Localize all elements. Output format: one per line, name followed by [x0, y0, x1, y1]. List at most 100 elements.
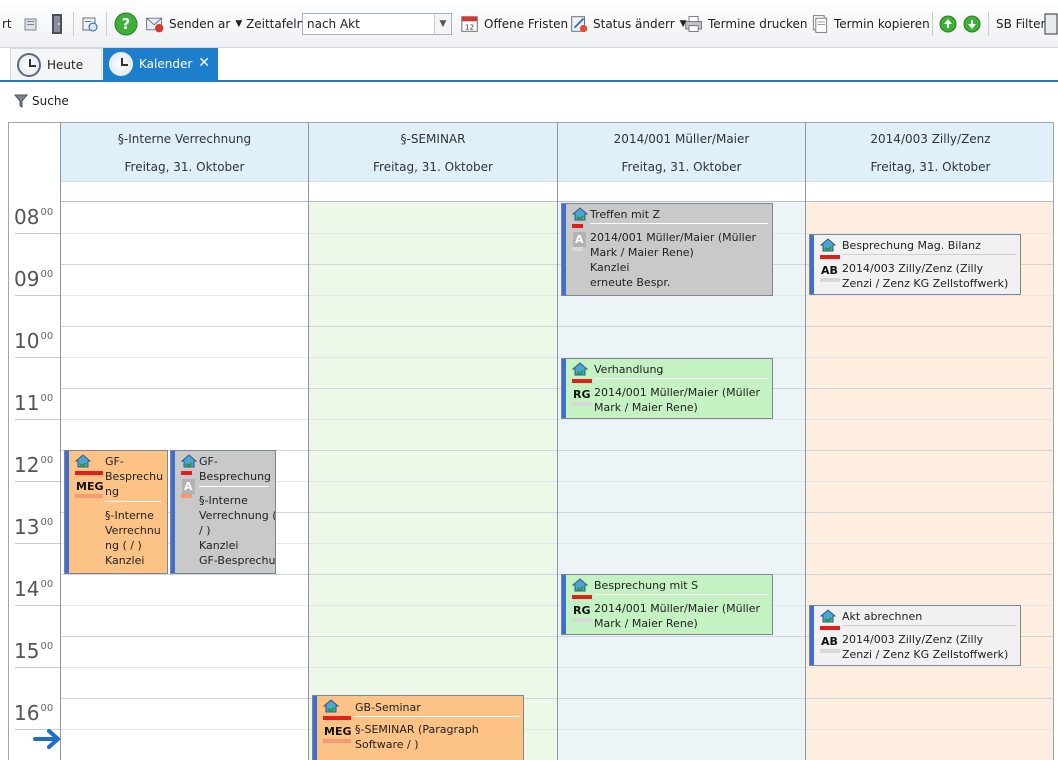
time-slot[interactable] — [806, 513, 1053, 544]
appointment-gf-besprechung-meg[interactable]: GF- Besprechu ng MEG §-Interne Verrechnu… — [64, 450, 168, 574]
help-icon[interactable]: ? — [114, 10, 138, 38]
doc-stack-icon[interactable] — [22, 10, 40, 38]
appointment-besprechung-mit-s[interactable]: Besprechung mit S RG 2014/001 Müller/Mai… — [561, 574, 773, 635]
time-slot[interactable] — [806, 327, 1053, 358]
time-slot[interactable] — [61, 730, 308, 760]
time-slot[interactable] — [61, 296, 308, 327]
toolbar-truncated-item[interactable]: rt — [2, 10, 12, 38]
chevron-down-icon[interactable]: ▼ — [434, 14, 451, 34]
time-slot[interactable] — [309, 544, 557, 575]
change-status-button[interactable]: Status änderr ▼ — [569, 10, 687, 38]
time-slot[interactable] — [558, 513, 805, 544]
appointment-treffen-mit-z[interactable]: Treffen mit Z A 2014/001 Müller/Maier (M… — [561, 203, 773, 296]
time-slot[interactable] — [309, 482, 557, 513]
time-slot[interactable] — [309, 327, 557, 358]
time-slot[interactable] — [309, 358, 557, 389]
time-slot[interactable] — [61, 265, 308, 296]
time-slot[interactable] — [309, 265, 557, 296]
time-slot[interactable] — [309, 203, 557, 234]
column-title: §-Interne Verrechnung — [117, 132, 252, 146]
appointment-divider — [594, 594, 768, 595]
time-slot[interactable] — [558, 482, 805, 513]
time-slot[interactable] — [61, 234, 308, 265]
house-icon — [75, 454, 91, 468]
close-icon[interactable]: ✕ — [198, 55, 210, 71]
time-slot[interactable] — [806, 575, 1053, 606]
time-slot[interactable] — [806, 544, 1053, 575]
appointment-verhandlung[interactable]: Verhandlung RG 2014/001 Müller/Maier (Mü… — [561, 358, 773, 419]
time-slot[interactable] — [558, 544, 805, 575]
time-slot[interactable] — [61, 389, 308, 420]
sb-filter-button[interactable]: SB Filter — [996, 10, 1045, 38]
appointment-gb-seminar[interactable]: GB-Seminar MEG §-SEMINAR (Paragraph Soft… — [312, 695, 524, 760]
appointment-title: GF- Besprechu ng — [105, 455, 164, 498]
time-slot[interactable] — [309, 296, 557, 327]
time-slot[interactable] — [61, 327, 308, 358]
time-slot[interactable] — [806, 296, 1053, 327]
time-slot[interactable] — [806, 389, 1053, 420]
calendar-column-interne-verrechnung: §-Interne Verrechnung Freitag, 31. Oktob… — [60, 123, 308, 760]
time-slot[interactable] — [806, 420, 1053, 451]
time-slot[interactable] — [309, 606, 557, 637]
time-slot[interactable] — [806, 730, 1053, 760]
send-button[interactable]: Senden ar ▼ — [145, 10, 242, 38]
time-slot[interactable] — [61, 668, 308, 699]
all-day-slot[interactable] — [61, 181, 308, 202]
zeittafeln-select[interactable]: nach Akt ▼ — [302, 13, 452, 35]
all-day-slot[interactable] — [806, 181, 1053, 202]
time-slot[interactable] — [806, 668, 1053, 699]
time-slot[interactable] — [558, 730, 805, 760]
time-slot[interactable] — [61, 420, 308, 451]
arrow-right-icon[interactable] — [33, 727, 63, 751]
time-slot[interactable] — [309, 513, 557, 544]
time-slot[interactable] — [61, 699, 308, 730]
zeittafeln-select-value: nach Akt — [307, 17, 360, 31]
tab-heute[interactable]: Heute — [10, 48, 102, 80]
door-icon[interactable] — [48, 10, 66, 38]
all-day-slot[interactable] — [558, 181, 805, 202]
appointment-color-bar — [562, 204, 566, 295]
time-slot[interactable] — [61, 203, 308, 234]
time-slot[interactable] — [558, 296, 805, 327]
appointment-gf-besprechung-a[interactable]: GF- Besprechung A §-Interne Verrechnung … — [170, 450, 276, 574]
time-slot[interactable] — [558, 637, 805, 668]
time-slot[interactable] — [61, 575, 308, 606]
time-slot[interactable] — [806, 482, 1053, 513]
time-slot[interactable] — [806, 699, 1053, 730]
time-slot[interactable] — [61, 358, 308, 389]
time-slot[interactable] — [309, 451, 557, 482]
time-slot[interactable] — [806, 203, 1053, 234]
time-slot[interactable] — [61, 606, 308, 637]
time-slot[interactable] — [61, 637, 308, 668]
time-slot[interactable] — [558, 451, 805, 482]
time-slot[interactable] — [558, 668, 805, 699]
appointment-code: A — [182, 479, 195, 494]
time-slot[interactable] — [806, 358, 1053, 389]
time-slot[interactable] — [309, 389, 557, 420]
status-bar — [181, 494, 192, 498]
time-slot[interactable] — [558, 699, 805, 730]
print-appointments-label: Termine drucken — [708, 17, 808, 31]
house-icon — [572, 207, 588, 221]
appointment-code: AB — [821, 635, 838, 648]
search-button[interactable]: Suche — [14, 94, 69, 108]
time-slot[interactable] — [309, 637, 557, 668]
overflow-icon[interactable] — [1044, 10, 1058, 38]
appointment-akt-abrechnen[interactable]: Akt abrechnen AB 2014/003 Zilly/Zenz (Zi… — [809, 605, 1021, 666]
appointment-besprechung-mag-bilanz[interactable]: Besprechung Mag. Bilanz AB 2014/003 Zill… — [809, 234, 1021, 295]
tab-kalender[interactable]: Kalender ✕ — [103, 48, 218, 80]
all-day-slot[interactable] — [309, 181, 557, 202]
time-slot[interactable] — [558, 327, 805, 358]
time-slot[interactable] — [309, 234, 557, 265]
print-appointments-button[interactable]: Termine drucken — [684, 10, 808, 38]
appointment-details: §-Interne Verrechnung ( / ) Kanzlei GF-B… — [199, 494, 276, 567]
copy-appointment-button[interactable]: Termin kopieren — [810, 10, 930, 38]
time-slot[interactable] — [806, 451, 1053, 482]
move-up-button[interactable] — [939, 10, 957, 38]
time-slot[interactable] — [309, 575, 557, 606]
print-preview-icon[interactable] — [80, 10, 100, 38]
time-slot[interactable] — [309, 420, 557, 451]
open-deadlines-button[interactable]: 12 Offene Fristen — [460, 10, 568, 38]
move-down-button[interactable] — [963, 10, 981, 38]
time-slot[interactable] — [558, 420, 805, 451]
